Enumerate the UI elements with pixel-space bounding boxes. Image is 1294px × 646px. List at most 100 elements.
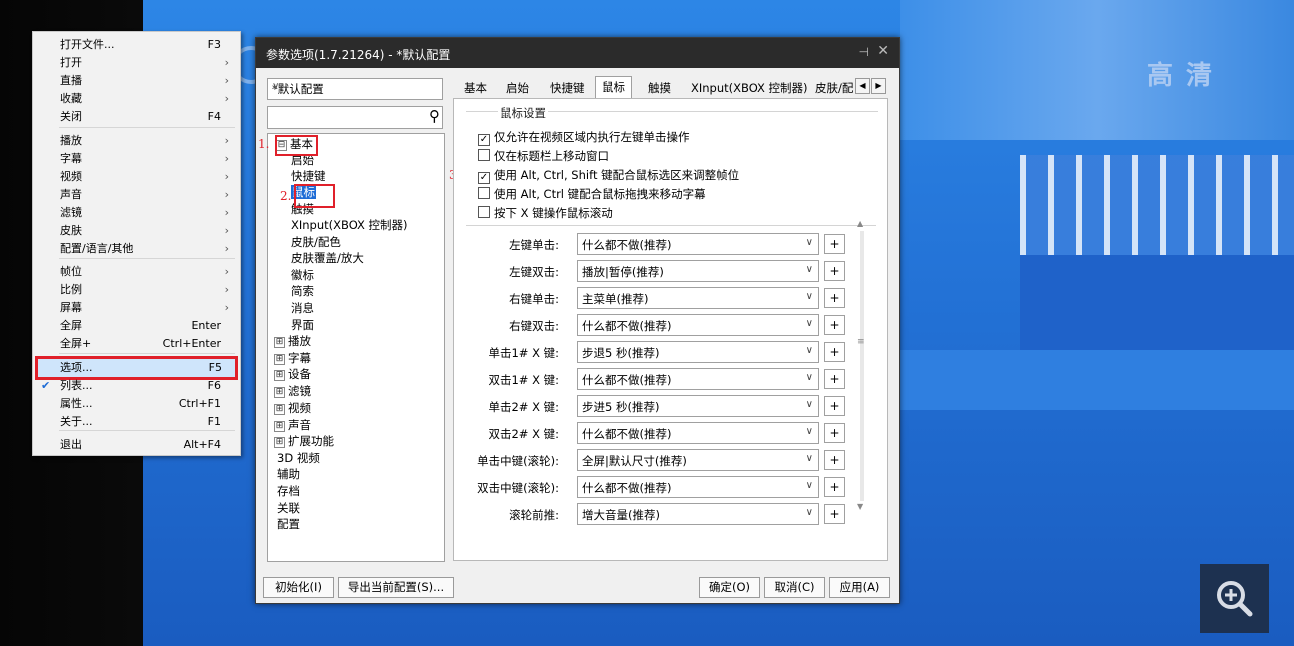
- checkbox-icon[interactable]: [478, 149, 490, 161]
- plus-button[interactable]: +: [824, 450, 845, 470]
- export-config-button[interactable]: 导出当前配置(S)...: [338, 577, 454, 598]
- menu-item[interactable]: 退出 Alt+F4: [33, 436, 238, 454]
- tree-expander-icon[interactable]: ⊞: [274, 370, 285, 381]
- checkbox-icon[interactable]: ✓: [478, 172, 490, 184]
- action-select[interactable]: 主菜单(推荐) ∨: [577, 287, 819, 309]
- scroll-up-icon[interactable]: ▲: [857, 219, 863, 228]
- tree-item[interactable]: 皮肤/配色: [291, 234, 341, 250]
- tab-item[interactable]: 快捷键: [550, 79, 585, 97]
- action-select[interactable]: 步进5 秒(推荐) ∨: [577, 395, 819, 417]
- tree-item[interactable]: 消息: [291, 300, 314, 316]
- menu-item[interactable]: ✔ 列表... F6: [33, 377, 238, 395]
- menu-item[interactable]: 滤镜 ›: [33, 204, 238, 222]
- action-select[interactable]: 什么都不做(推荐) ∨: [577, 233, 819, 255]
- tree-expander-icon[interactable]: ⊞: [274, 337, 285, 348]
- tree-search-input[interactable]: ⚲: [267, 106, 443, 129]
- tree-item[interactable]: 快捷键: [291, 168, 326, 184]
- menu-item[interactable]: 打开文件... F3: [33, 36, 238, 54]
- menu-item[interactable]: 帧位 ›: [33, 263, 238, 281]
- plus-button[interactable]: +: [824, 423, 845, 443]
- action-select[interactable]: 什么都不做(推荐) ∨: [577, 368, 819, 390]
- plus-button[interactable]: +: [824, 342, 845, 362]
- tree-item[interactable]: 徽标: [291, 267, 314, 283]
- menu-item[interactable]: 全屏+ Ctrl+Enter: [33, 335, 238, 353]
- tree-item[interactable]: XInput(XBOX 控制器): [291, 217, 408, 233]
- tree-expander-icon[interactable]: ⊞: [274, 354, 285, 365]
- plus-button[interactable]: +: [824, 396, 845, 416]
- tab-item[interactable]: 鼠标: [595, 76, 632, 98]
- tree-item[interactable]: ⊞ 视频: [274, 400, 311, 416]
- tree-expander-icon[interactable]: ⊞: [274, 421, 285, 432]
- menu-item[interactable]: 属性... Ctrl+F1: [33, 395, 238, 413]
- tree-item[interactable]: 存档: [277, 483, 300, 499]
- tab-item[interactable]: 触摸: [648, 79, 671, 97]
- checkbox-icon[interactable]: [478, 206, 490, 218]
- cancel-button[interactable]: 取消(C): [764, 577, 825, 598]
- tree-item[interactable]: 辅助: [277, 466, 300, 482]
- option-checkbox[interactable]: ✓ 使用 Alt, Ctrl, Shift 键配合鼠标选区来调整帧位: [478, 167, 739, 184]
- action-select[interactable]: 全屏|默认尺寸(推荐) ∨: [577, 449, 819, 471]
- menu-item[interactable]: 选项... F5: [35, 356, 238, 380]
- tree-item[interactable]: ⊞ 滤镜: [274, 383, 311, 399]
- checkbox-icon[interactable]: ✓: [478, 134, 490, 146]
- scroll-down-icon[interactable]: ▼: [857, 502, 863, 511]
- zoom-button[interactable]: [1200, 564, 1269, 633]
- menu-item[interactable]: 收藏 ›: [33, 90, 238, 108]
- tab-item[interactable]: 皮肤/配: [815, 79, 853, 97]
- profile-combo[interactable]: *默认配置 ∨: [267, 78, 443, 100]
- tree-item[interactable]: ⊞ 设备: [274, 366, 311, 382]
- plus-button[interactable]: +: [824, 477, 845, 497]
- tab-prev-icon[interactable]: ◀: [855, 78, 870, 94]
- tree-item[interactable]: 配置: [277, 516, 300, 532]
- tab-item[interactable]: 基本: [464, 79, 487, 97]
- init-button[interactable]: 初始化(I): [263, 577, 334, 598]
- tree-item[interactable]: 3D 视频: [277, 450, 320, 466]
- plus-button[interactable]: +: [824, 369, 845, 389]
- menu-item[interactable]: 直播 ›: [33, 72, 238, 90]
- plus-button[interactable]: +: [824, 504, 845, 524]
- menu-item[interactable]: 声音 ›: [33, 186, 238, 204]
- plus-button[interactable]: +: [824, 315, 845, 335]
- action-select[interactable]: 什么都不做(推荐) ∨: [577, 476, 819, 498]
- apply-button[interactable]: 应用(A): [829, 577, 890, 598]
- option-checkbox[interactable]: ✓ 仅允许在视频区域内执行左键单击操作: [478, 129, 690, 146]
- tree-item[interactable]: ⊞ 声音: [274, 417, 311, 433]
- menu-item[interactable]: 播放 ›: [33, 132, 238, 150]
- menu-item[interactable]: 屏幕 ›: [33, 299, 238, 317]
- plus-button[interactable]: +: [824, 288, 845, 308]
- ok-button[interactable]: 确定(O): [699, 577, 760, 598]
- tree-item[interactable]: ⊞ 扩展功能: [274, 433, 334, 449]
- menu-item[interactable]: 字幕 ›: [33, 150, 238, 168]
- action-select[interactable]: 播放|暂停(推荐) ∨: [577, 260, 819, 282]
- rows-scrollbar[interactable]: ▲ ≡ ▼: [856, 219, 868, 515]
- close-icon[interactable]: ✕: [877, 43, 889, 59]
- search-icon[interactable]: ⚲: [429, 107, 440, 125]
- plus-button[interactable]: +: [824, 261, 845, 281]
- tree-item[interactable]: ⊞ 播放: [274, 333, 311, 349]
- menu-item[interactable]: 关于... F1: [33, 413, 238, 431]
- pin-icon[interactable]: ⊣: [859, 45, 869, 59]
- menu-item[interactable]: 比例 ›: [33, 281, 238, 299]
- tree-item[interactable]: 界面: [291, 317, 314, 333]
- tree-item[interactable]: 简索: [291, 283, 314, 299]
- menu-item[interactable]: 视频 ›: [33, 168, 238, 186]
- tree-item[interactable]: ⊞ 字幕: [274, 350, 311, 366]
- action-select[interactable]: 增大音量(推荐) ∨: [577, 503, 819, 525]
- menu-item[interactable]: 关闭 F4: [33, 108, 238, 126]
- action-select[interactable]: 什么都不做(推荐) ∨: [577, 422, 819, 444]
- menu-item[interactable]: 配置/语言/其他 ›: [33, 240, 238, 258]
- tree-expander-icon[interactable]: ⊞: [274, 387, 285, 398]
- action-select[interactable]: 步退5 秒(推荐) ∨: [577, 341, 819, 363]
- tree-expander-icon[interactable]: ⊞: [274, 404, 285, 415]
- tree-item[interactable]: 皮肤覆盖/放大: [291, 250, 364, 266]
- menu-item[interactable]: 打开 ›: [33, 54, 238, 72]
- checkbox-icon[interactable]: [478, 187, 490, 199]
- action-select[interactable]: 什么都不做(推荐) ∨: [577, 314, 819, 336]
- option-checkbox[interactable]: 按下 X 键操作鼠标滚动: [478, 205, 613, 221]
- tab-item[interactable]: 启始: [506, 79, 529, 97]
- tab-next-icon[interactable]: ▶: [871, 78, 886, 94]
- menu-item[interactable]: 皮肤 ›: [33, 222, 238, 240]
- tree-item[interactable]: 关联: [277, 500, 300, 516]
- plus-button[interactable]: +: [824, 234, 845, 254]
- scroll-track[interactable]: [860, 231, 864, 501]
